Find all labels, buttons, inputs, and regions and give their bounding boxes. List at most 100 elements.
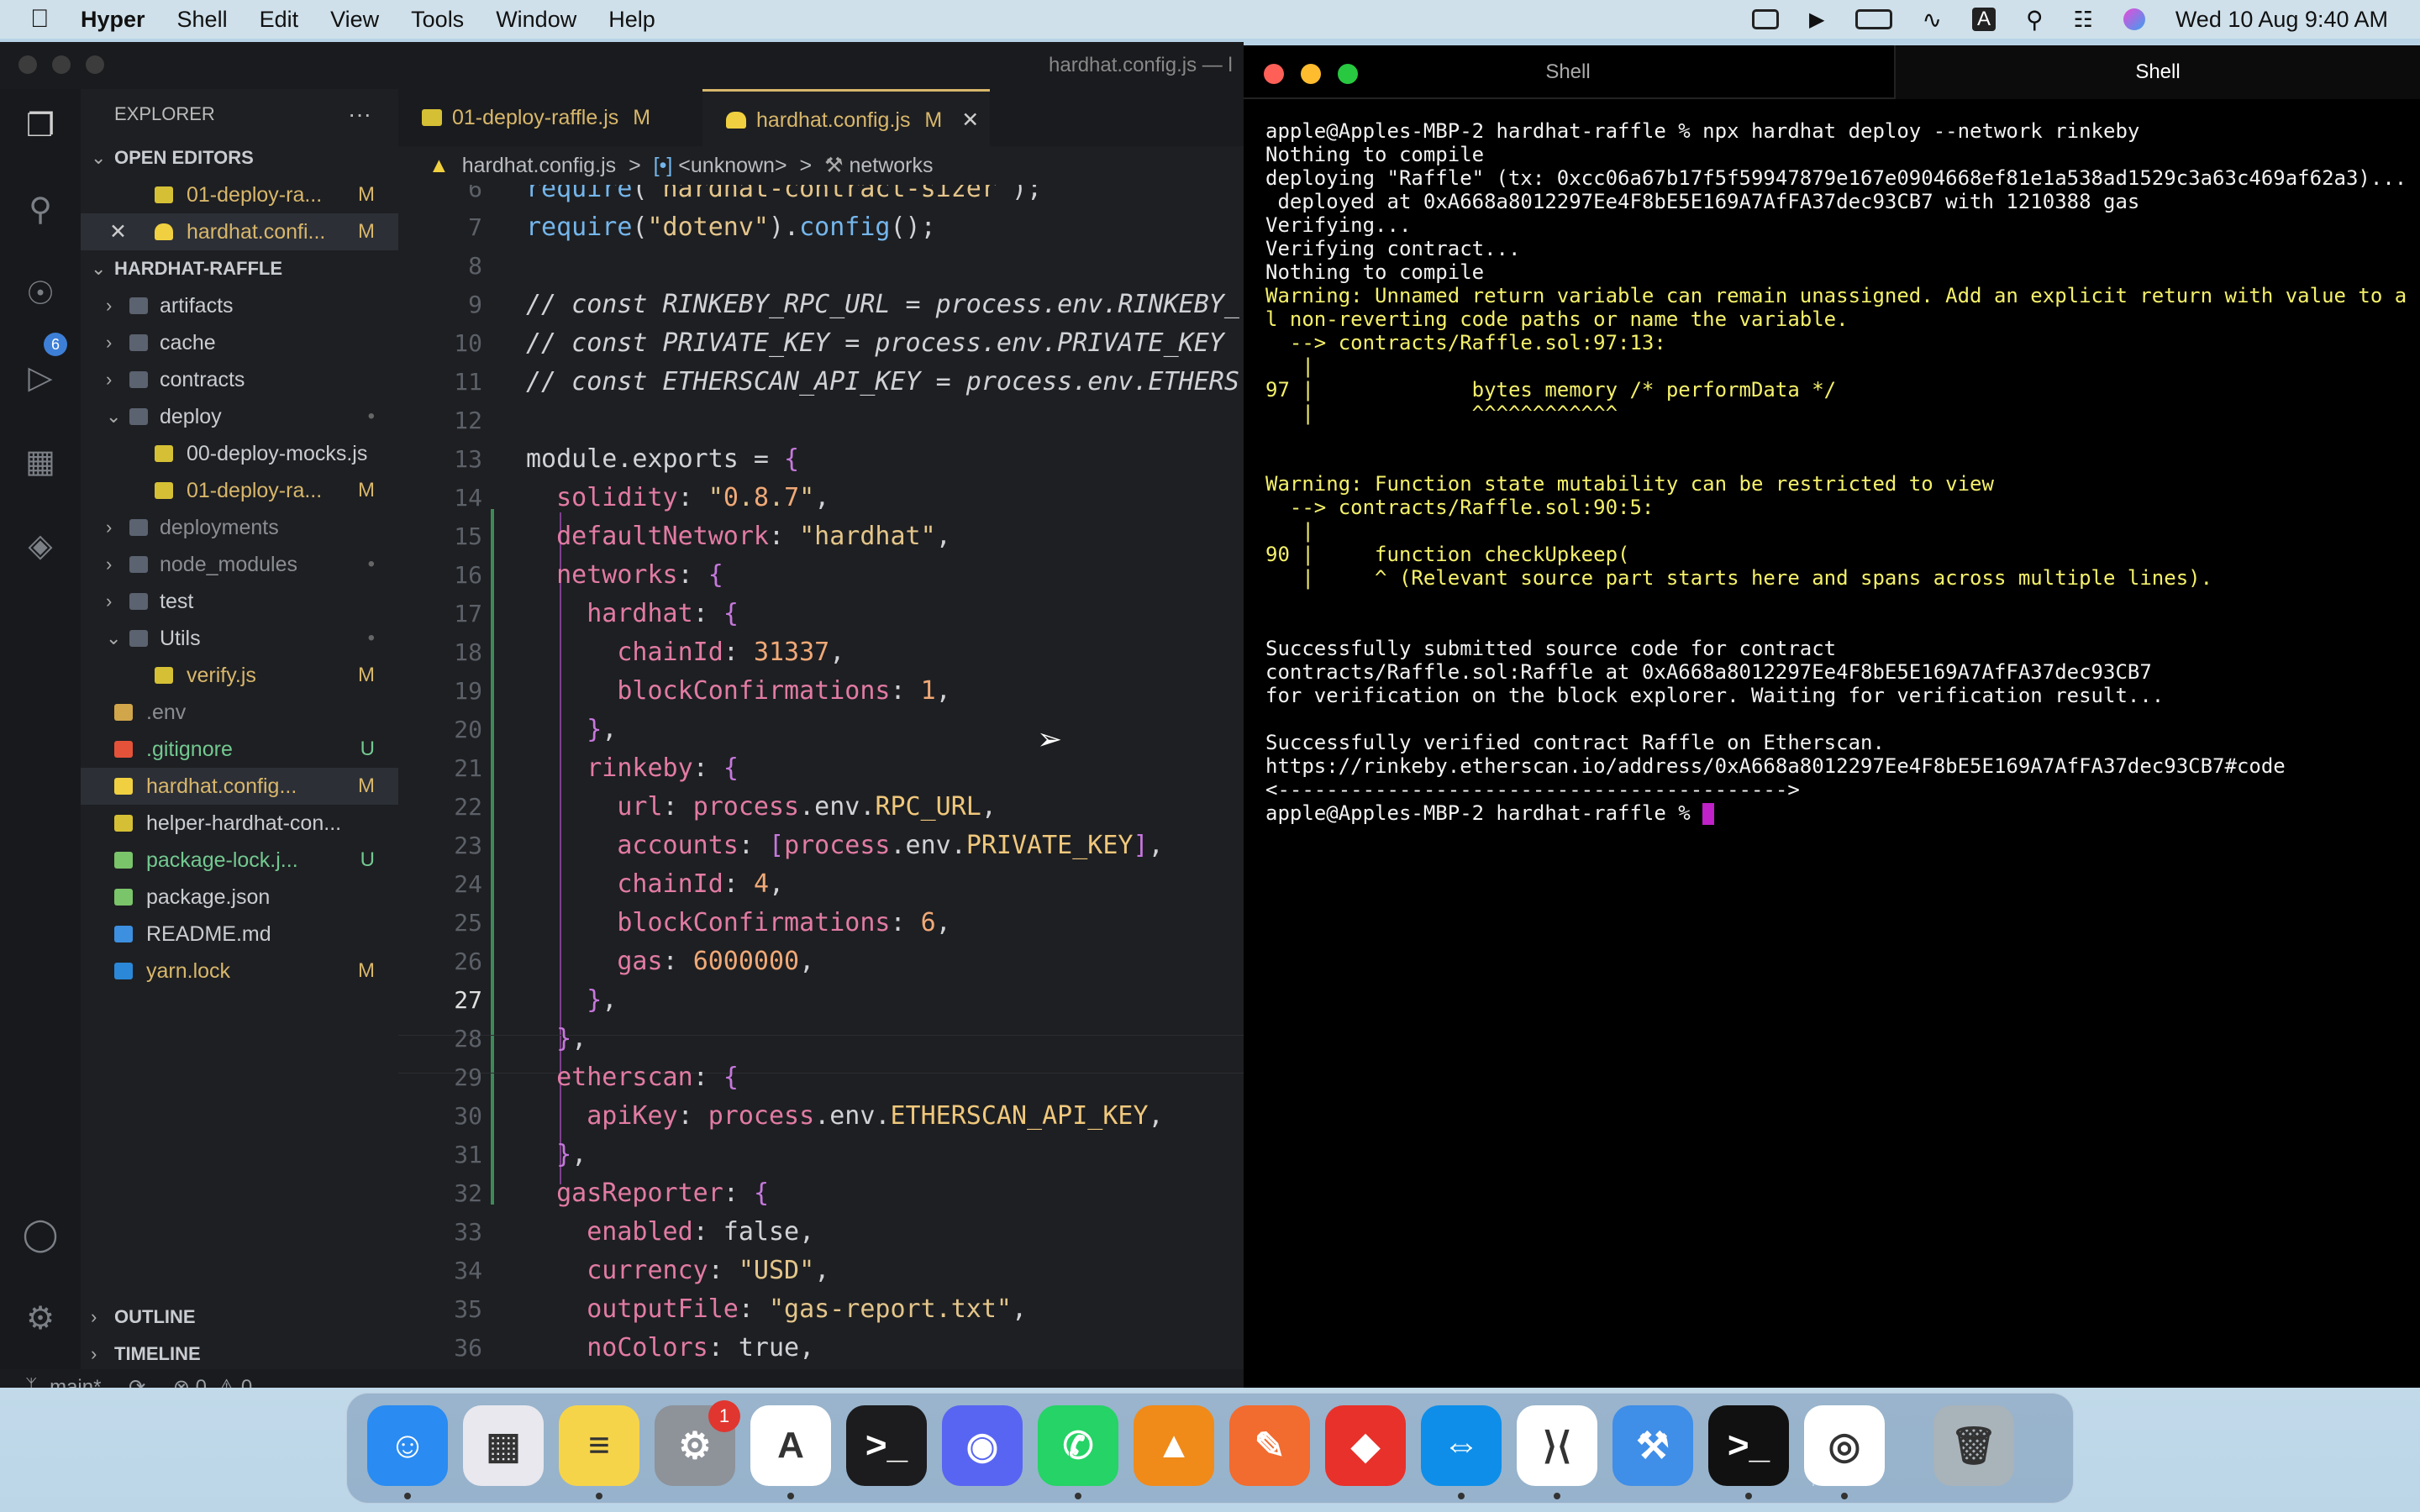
search-icon[interactable]: ⚲ bbox=[20, 190, 60, 230]
file-tree-item[interactable]: package.json bbox=[81, 879, 398, 916]
open-editor-item[interactable]: ✕ hardhat.confi... M bbox=[81, 213, 398, 250]
terminal-tab[interactable]: Shell bbox=[1244, 45, 1892, 99]
teamviewer-icon[interactable]: ⇔ bbox=[1421, 1405, 1502, 1486]
menu-window[interactable]: Window bbox=[496, 7, 576, 33]
file-tree-item[interactable]: › cache bbox=[81, 324, 398, 361]
code-text: // const ETHERSCAN_API_KEY = process.env… bbox=[526, 367, 1239, 396]
file-tree-item[interactable]: › test bbox=[81, 583, 398, 620]
terminal-output[interactable]: apple@Apples-MBP-2 hardhat-raffle % npx … bbox=[1265, 119, 2408, 825]
file-tree-item[interactable]: verify.js M bbox=[81, 657, 398, 694]
error-icon[interactable]: ⊗ bbox=[173, 1376, 190, 1388]
file-tree-item[interactable]: 00-deploy-mocks.js bbox=[81, 435, 398, 472]
system-preferences-icon[interactable]: ⚙ 1 bbox=[655, 1400, 740, 1486]
dock: ☺ ▦ ≡ ⚙ 1 A >_ ◉ ✆ ▲ ✎ ◆ ⇔ ⟩⟨ ⚒ >_ ◎ 🗑 bbox=[346, 1393, 2074, 1504]
minimize-window-button[interactable] bbox=[52, 55, 71, 74]
file-tree-item[interactable]: ⌄ deploy • bbox=[81, 398, 398, 435]
terminal-tab-active[interactable]: Shell bbox=[1894, 45, 2420, 99]
menu-help[interactable]: Help bbox=[608, 7, 655, 33]
file-tree-item[interactable]: ⌄ Utils • bbox=[81, 620, 398, 657]
remote-explorer-icon[interactable]: ◈ bbox=[20, 526, 60, 566]
project-section[interactable]: ⌄ HARDHAT-RAFFLE bbox=[81, 250, 398, 287]
sketchbook-icon[interactable]: ✎ bbox=[1229, 1405, 1310, 1486]
xcode-icon[interactable]: ⚒ bbox=[1612, 1405, 1693, 1486]
file-tree-item[interactable]: README.md bbox=[81, 916, 398, 953]
sync-icon[interactable]: ⟳ bbox=[129, 1376, 145, 1388]
hyper-icon[interactable]: >_ bbox=[1708, 1405, 1789, 1486]
js-file-icon bbox=[155, 445, 173, 462]
anydesk-icon[interactable]: ◆ bbox=[1325, 1405, 1406, 1486]
file-tree-item[interactable]: › artifacts bbox=[81, 287, 398, 324]
source-control-icon[interactable]: ☉ bbox=[20, 274, 60, 314]
tab-01-deploy-raffle[interactable]: 01-deploy-raffle.js M bbox=[398, 89, 701, 146]
display-icon[interactable] bbox=[1752, 9, 1780, 29]
file-tree-label: deployments bbox=[160, 516, 279, 539]
notes-icon[interactable]: ≡ bbox=[559, 1405, 639, 1486]
input-source-icon[interactable]: A bbox=[1971, 8, 1996, 31]
chrome-icon[interactable]: ◎ bbox=[1804, 1405, 1885, 1486]
timeline-section[interactable]: › TIMELINE bbox=[81, 1336, 398, 1373]
menu-edit[interactable]: Edit bbox=[260, 7, 299, 33]
apple-menu-icon[interactable]:  bbox=[30, 5, 67, 34]
spotlight-icon[interactable]: ⚲ bbox=[2026, 6, 2044, 34]
app-menu[interactable]: Hyper bbox=[81, 7, 145, 33]
file-tree-item[interactable]: › contracts bbox=[81, 361, 398, 398]
terminal-icon[interactable]: >_ bbox=[846, 1405, 927, 1486]
trash-icon[interactable]: 🗑 bbox=[1933, 1405, 2014, 1486]
file-tree-item[interactable]: .gitignore U bbox=[81, 731, 398, 768]
running-indicator bbox=[404, 1493, 411, 1499]
file-tree-item[interactable]: yarn.lock M bbox=[81, 953, 398, 990]
extensions-icon[interactable]: ▦ bbox=[20, 442, 60, 482]
control-center-icon[interactable]: ☷ bbox=[2074, 7, 2093, 33]
terminal-prompt-line[interactable]: apple@Apples-MBP-2 hardhat-raffle % bbox=[1265, 801, 2408, 825]
line-number: 15 bbox=[454, 522, 482, 550]
menu-shell[interactable]: Shell bbox=[177, 7, 228, 33]
discord-icon[interactable]: ◉ bbox=[942, 1405, 1023, 1486]
run-debug-icon[interactable]: ▷ bbox=[20, 358, 60, 398]
vscode-icon[interactable]: ⟩⟨ bbox=[1517, 1405, 1597, 1486]
code-editor[interactable]: ➢ 6 require("hardhat-contract-sizer"); 7 re… bbox=[398, 185, 1244, 1369]
file-tree-item[interactable]: .env bbox=[81, 694, 398, 731]
zoom-window-button[interactable] bbox=[86, 55, 104, 74]
launchpad-icon[interactable]: ▦ bbox=[463, 1405, 544, 1486]
breadcrumb-leaf[interactable]: networks bbox=[849, 154, 933, 177]
play-icon[interactable]: ▶ bbox=[1809, 8, 1824, 32]
breadcrumb-file[interactable]: hardhat.config.js bbox=[462, 154, 616, 177]
siri-icon[interactable] bbox=[2123, 8, 2145, 30]
battery-icon[interactable] bbox=[1854, 9, 1892, 29]
file-tree-item[interactable]: hardhat.config... M bbox=[81, 768, 398, 805]
tab-close-icon[interactable]: ✕ bbox=[961, 108, 979, 132]
clock[interactable]: Wed 10 Aug 9:40 AM bbox=[2175, 7, 2388, 33]
breadcrumb-scope[interactable]: <unknown> bbox=[678, 154, 786, 177]
code-line: 34 currency: "USD", bbox=[398, 1252, 1244, 1290]
git-status: M bbox=[358, 183, 375, 206]
branch-name[interactable]: main* bbox=[50, 1376, 101, 1388]
file-tree-item[interactable]: package-lock.j... U bbox=[81, 842, 398, 879]
whatsapp-icon[interactable]: ✆ bbox=[1038, 1405, 1118, 1486]
open-editors-section[interactable]: ⌄ OPEN EDITORS bbox=[81, 139, 398, 176]
close-icon[interactable]: ✕ bbox=[109, 213, 127, 250]
error-count: 0 bbox=[195, 1376, 208, 1388]
explorer-more-icon[interactable]: ··· bbox=[348, 89, 371, 139]
code-text: outputFile: "gas-report.txt", bbox=[587, 1294, 1028, 1324]
close-window-button[interactable] bbox=[18, 55, 37, 74]
open-editor-item[interactable]: 01-deploy-ra... M bbox=[81, 176, 398, 213]
line-number: 21 bbox=[454, 754, 482, 782]
tab-hardhat-config[interactable]: hardhat.config.js M ✕ bbox=[702, 89, 990, 146]
breadcrumb-separator: > bbox=[799, 154, 813, 177]
outline-section[interactable]: › OUTLINE bbox=[81, 1299, 398, 1336]
property-wrench-icon: ⚒ bbox=[824, 154, 844, 177]
app-store-icon[interactable]: A bbox=[750, 1405, 831, 1486]
explorer-icon[interactable]: ❐ bbox=[20, 106, 60, 146]
warning-icon[interactable]: ⚠ bbox=[218, 1376, 236, 1388]
file-tree-item[interactable]: helper-hardhat-con... bbox=[81, 805, 398, 842]
file-tree-item[interactable]: 01-deploy-ra... M bbox=[81, 472, 398, 509]
finder-icon[interactable]: ☺ bbox=[367, 1405, 448, 1486]
manage-gear-icon[interactable]: ⚙ bbox=[20, 1299, 60, 1339]
file-tree-item[interactable]: › node_modules • bbox=[81, 546, 398, 583]
wifi-icon[interactable]: ∿ bbox=[1923, 6, 1942, 34]
vlc-icon[interactable]: ▲ bbox=[1134, 1405, 1214, 1486]
menu-view[interactable]: View bbox=[330, 7, 379, 33]
file-tree-item[interactable]: › deployments bbox=[81, 509, 398, 546]
menu-tools[interactable]: Tools bbox=[411, 7, 464, 33]
accounts-icon[interactable]: ◯ bbox=[20, 1215, 60, 1255]
